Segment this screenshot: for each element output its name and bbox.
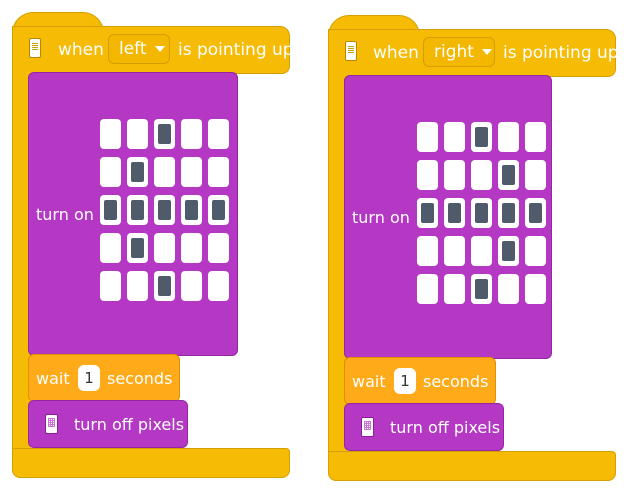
pixel-grid[interactable] (100, 119, 229, 301)
pixel-toggle-r3-c3[interactable] (498, 236, 519, 266)
wait-label: wait (352, 372, 386, 391)
direction-dropdown[interactable]: right (423, 37, 495, 67)
pixel-toggle-r4-c3[interactable] (181, 271, 202, 301)
c-block-foot (12, 448, 290, 478)
device-icon (29, 38, 41, 58)
turn-on-label: turn on (36, 205, 94, 224)
pixel-toggle-r1-c2[interactable] (471, 160, 492, 190)
pixel-toggle-r1-c4[interactable] (525, 160, 546, 190)
pixel-grid-icon (361, 417, 374, 437)
chevron-down-icon (154, 46, 165, 52)
wait-seconds-input[interactable]: 1 (78, 365, 100, 391)
pixel-toggle-r1-c1[interactable] (444, 160, 465, 190)
pixel-toggle-r4-c1[interactable] (127, 271, 148, 301)
pixel-toggle-r4-c3[interactable] (498, 274, 519, 304)
pixel-toggle-r0-c2[interactable] (471, 122, 492, 152)
pixel-toggle-r1-c3[interactable] (498, 160, 519, 190)
pixel-toggle-r3-c3[interactable] (181, 233, 202, 263)
pixel-toggle-r2-c4[interactable] (208, 195, 229, 225)
pixel-toggle-r2-c4[interactable] (525, 198, 546, 228)
pixel-toggle-r3-c4[interactable] (525, 236, 546, 266)
pixel-grid-icon (45, 414, 58, 434)
pixel-toggle-r0-c0[interactable] (100, 119, 121, 149)
pixel-toggle-r0-c0[interactable] (417, 122, 438, 152)
pixel-toggle-r0-c1[interactable] (127, 119, 148, 149)
direction-dropdown[interactable]: left (108, 34, 170, 64)
seconds-label: seconds (107, 369, 173, 388)
when-label: when (58, 40, 104, 60)
pixel-grid[interactable] (417, 122, 546, 304)
wait-block[interactable]: wait 1 seconds (28, 354, 180, 402)
wait-block[interactable]: wait 1 seconds (344, 357, 496, 405)
pixel-toggle-r1-c4[interactable] (208, 157, 229, 187)
pixel-toggle-r1-c1[interactable] (127, 157, 148, 187)
wait-seconds-input[interactable]: 1 (394, 368, 416, 394)
pixel-toggle-r0-c2[interactable] (154, 119, 175, 149)
pixel-toggle-r4-c1[interactable] (444, 274, 465, 304)
pixel-toggle-r3-c2[interactable] (471, 236, 492, 266)
pixel-toggle-r2-c0[interactable] (100, 195, 121, 225)
pixel-toggle-r3-c2[interactable] (154, 233, 175, 263)
pixel-toggle-r2-c0[interactable] (417, 198, 438, 228)
pixel-toggle-r4-c2[interactable] (154, 271, 175, 301)
pixel-toggle-r0-c1[interactable] (444, 122, 465, 152)
pixel-toggle-r3-c0[interactable] (417, 236, 438, 266)
pixel-toggle-r3-c1[interactable] (444, 236, 465, 266)
turn-on-block[interactable]: turn on (28, 72, 238, 356)
pixel-toggle-r2-c2[interactable] (471, 198, 492, 228)
pixel-toggle-r3-c1[interactable] (127, 233, 148, 263)
pixel-toggle-r0-c4[interactable] (525, 122, 546, 152)
pixel-toggle-r4-c0[interactable] (417, 274, 438, 304)
pixel-toggle-r2-c1[interactable] (127, 195, 148, 225)
when-label: when (373, 43, 419, 63)
direction-value: left (119, 39, 147, 59)
pixel-toggle-r2-c3[interactable] (181, 195, 202, 225)
turn-on-block[interactable]: turn on (344, 75, 552, 359)
pixel-toggle-r4-c4[interactable] (525, 274, 546, 304)
pixel-toggle-r0-c3[interactable] (498, 122, 519, 152)
pixel-toggle-r1-c0[interactable] (417, 160, 438, 190)
turn-on-label: turn on (352, 208, 410, 227)
turn-off-pixels-label: turn off pixels (74, 415, 185, 434)
pixel-toggle-r4-c4[interactable] (208, 271, 229, 301)
turn-off-pixels-block[interactable]: turn off pixels (344, 403, 504, 451)
pixel-toggle-r1-c2[interactable] (154, 157, 175, 187)
pixel-toggle-r3-c0[interactable] (100, 233, 121, 263)
pixel-toggle-r0-c4[interactable] (208, 119, 229, 149)
script-stack-right[interactable]: when right is pointing up turn on wait 1… (316, 3, 626, 483)
c-block-foot (328, 451, 616, 481)
pixel-toggle-r3-c4[interactable] (208, 233, 229, 263)
pixel-toggle-r4-c2[interactable] (471, 274, 492, 304)
device-icon (345, 41, 357, 61)
pixel-toggle-r1-c3[interactable] (181, 157, 202, 187)
script-stack-left[interactable]: when left is pointing up turn on wait 1 … (0, 0, 300, 480)
pixel-toggle-r4-c0[interactable] (100, 271, 121, 301)
pixel-toggle-r0-c3[interactable] (181, 119, 202, 149)
chevron-down-icon (481, 49, 492, 55)
pixel-toggle-r1-c0[interactable] (100, 157, 121, 187)
direction-value: right (434, 42, 474, 62)
is-pointing-up-label: is pointing up (178, 40, 294, 60)
turn-off-pixels-block[interactable]: turn off pixels (28, 400, 188, 448)
wait-label: wait (36, 369, 70, 388)
pixel-toggle-r2-c2[interactable] (154, 195, 175, 225)
pixel-toggle-r2-c3[interactable] (498, 198, 519, 228)
pixel-toggle-r2-c1[interactable] (444, 198, 465, 228)
is-pointing-up-label: is pointing up (503, 43, 619, 63)
seconds-label: seconds (423, 372, 489, 391)
turn-off-pixels-label: turn off pixels (390, 418, 501, 437)
